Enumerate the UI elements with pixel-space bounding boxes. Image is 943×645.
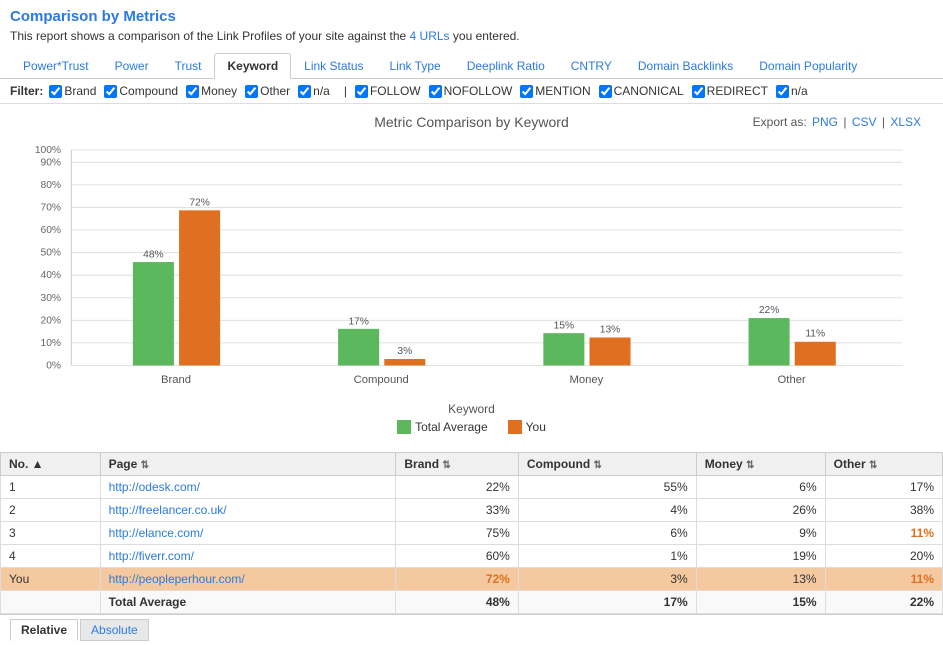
svg-text:80%: 80% [41,180,62,191]
bar-money-you [590,337,631,365]
table-row-total: Total Average 48% 17% 15% 22% [1,591,943,614]
svg-text:70%: 70% [41,203,62,214]
table-row: 2 http://freelancer.co.uk/ 33% 4% 26% 38… [1,499,943,522]
legend-you-label: You [526,420,546,434]
svg-text:Other: Other [778,374,806,386]
export-xlsx[interactable]: XLSX [890,115,921,129]
page-header: Comparison by Metrics This report shows … [0,0,943,47]
svg-text:30%: 30% [41,293,62,304]
bottom-tab-absolute[interactable]: Absolute [80,619,149,641]
table-row: 4 http://fiverr.com/ 60% 1% 19% 20% [1,545,943,568]
bar-compound-you [384,359,425,365]
svg-text:3%: 3% [397,346,412,357]
bar-brand-avg [133,262,174,365]
svg-text:50%: 50% [41,248,62,259]
link-elance[interactable]: http://elance.com/ [109,526,204,540]
export-csv[interactable]: CSV [852,115,877,129]
legend-you-color [508,420,522,434]
legend-total-avg-color [397,420,411,434]
table-row: 1 http://odesk.com/ 22% 55% 6% 17% [1,476,943,499]
col-brand[interactable]: Brand ⇅ [396,453,519,476]
svg-text:72%: 72% [189,197,210,208]
svg-text:15%: 15% [554,321,575,332]
filter-bar: Filter: Brand Compound Money Other n/a |… [0,79,943,104]
tab-link-status[interactable]: Link Status [291,53,376,79]
chart-container: 0% 10% 20% 30% 40% 50% 60% [20,138,923,398]
tab-domain-backlinks[interactable]: Domain Backlinks [625,53,746,79]
filter-brand[interactable]: Brand [49,84,96,98]
tab-deeplink-ratio[interactable]: Deeplink Ratio [454,53,558,79]
link-freelancer[interactable]: http://freelancer.co.uk/ [109,503,227,517]
chart-svg: 0% 10% 20% 30% 40% 50% 60% [20,138,923,398]
page-title: Comparison by Metrics [10,8,933,25]
legend-total-avg: Total Average [397,420,488,434]
link-peopleperhour[interactable]: http://peopleperhour.com/ [109,572,245,586]
filter-na-type[interactable]: n/a [776,84,808,98]
filter-money[interactable]: Money [186,84,237,98]
legend-total-avg-label: Total Average [415,420,488,434]
filter-na-kw[interactable]: n/a [298,84,330,98]
link-fiverr[interactable]: http://fiverr.com/ [109,549,194,563]
chart-x-label: Keyword [20,402,923,416]
tab-bar: Power*Trust Power Trust Keyword Link Sta… [0,53,943,79]
filter-label: Filter: [10,84,43,98]
bar-compound-avg [338,329,379,366]
filter-other[interactable]: Other [245,84,290,98]
urls-link[interactable]: 4 URLs [410,29,450,43]
bottom-tab-bar: Relative Absolute [0,614,943,645]
tab-power[interactable]: Power [102,53,162,79]
filter-redirect[interactable]: REDIRECT [692,84,768,98]
col-other[interactable]: Other ⇅ [825,453,942,476]
filter-nofollow[interactable]: NOFOLLOW [429,84,513,98]
svg-text:10%: 10% [41,338,62,349]
page-wrapper: Comparison by Metrics This report shows … [0,0,943,645]
legend-you: You [508,420,546,434]
col-page[interactable]: Page ⇅ [100,453,396,476]
data-table: No. ▲ Page ⇅ Brand ⇅ Compound ⇅ Money ⇅ … [0,452,943,614]
table-header-row: No. ▲ Page ⇅ Brand ⇅ Compound ⇅ Money ⇅ … [1,453,943,476]
filter-mention[interactable]: MENTION [520,84,590,98]
filter-canonical[interactable]: CANONICAL [599,84,684,98]
tab-link-type[interactable]: Link Type [377,53,454,79]
svg-text:100%: 100% [35,145,61,156]
export-png[interactable]: PNG [812,115,838,129]
svg-text:Compound: Compound [354,374,409,386]
filter-follow[interactable]: FOLLOW [355,84,421,98]
table-row: 3 http://elance.com/ 75% 6% 9% 11% [1,522,943,545]
absolute-link[interactable]: Absolute [91,623,138,637]
export-links: Export as: PNG | CSV | XLSX [753,115,923,129]
bar-money-avg [543,333,584,365]
page-description: This report shows a comparison of the Li… [10,29,933,43]
svg-text:13%: 13% [600,325,621,336]
link-odesk[interactable]: http://odesk.com/ [109,480,200,494]
bar-brand-you [179,210,220,365]
tab-cntry[interactable]: CNTRY [558,53,625,79]
bar-other-avg [749,318,790,365]
svg-text:22%: 22% [759,305,780,316]
tab-trust[interactable]: Trust [162,53,215,79]
svg-text:20%: 20% [41,315,62,326]
svg-text:0%: 0% [46,361,61,372]
tab-keyword[interactable]: Keyword [214,53,291,79]
chart-area: Metric Comparison by Keyword Export as: … [0,104,943,444]
bottom-tab-relative[interactable]: Relative [10,619,78,641]
col-no[interactable]: No. ▲ [1,453,101,476]
chart-header: Metric Comparison by Keyword Export as: … [20,114,923,130]
svg-text:Money: Money [570,374,604,386]
filter-compound[interactable]: Compound [104,84,178,98]
table-row-you: You http://peopleperhour.com/ 72% 3% 13%… [1,568,943,591]
svg-text:48%: 48% [143,250,164,261]
svg-text:90%: 90% [41,157,62,168]
svg-text:11%: 11% [805,329,825,340]
col-compound[interactable]: Compound ⇅ [518,453,696,476]
bar-other-you [795,342,836,366]
svg-text:60%: 60% [41,225,62,236]
svg-text:40%: 40% [41,270,62,281]
chart-legend: Total Average You [20,420,923,434]
col-money[interactable]: Money ⇅ [696,453,825,476]
svg-text:17%: 17% [348,316,369,327]
svg-text:Brand: Brand [161,374,191,386]
tab-domain-popularity[interactable]: Domain Popularity [746,53,870,79]
tab-powerxtrust[interactable]: Power*Trust [10,53,102,79]
